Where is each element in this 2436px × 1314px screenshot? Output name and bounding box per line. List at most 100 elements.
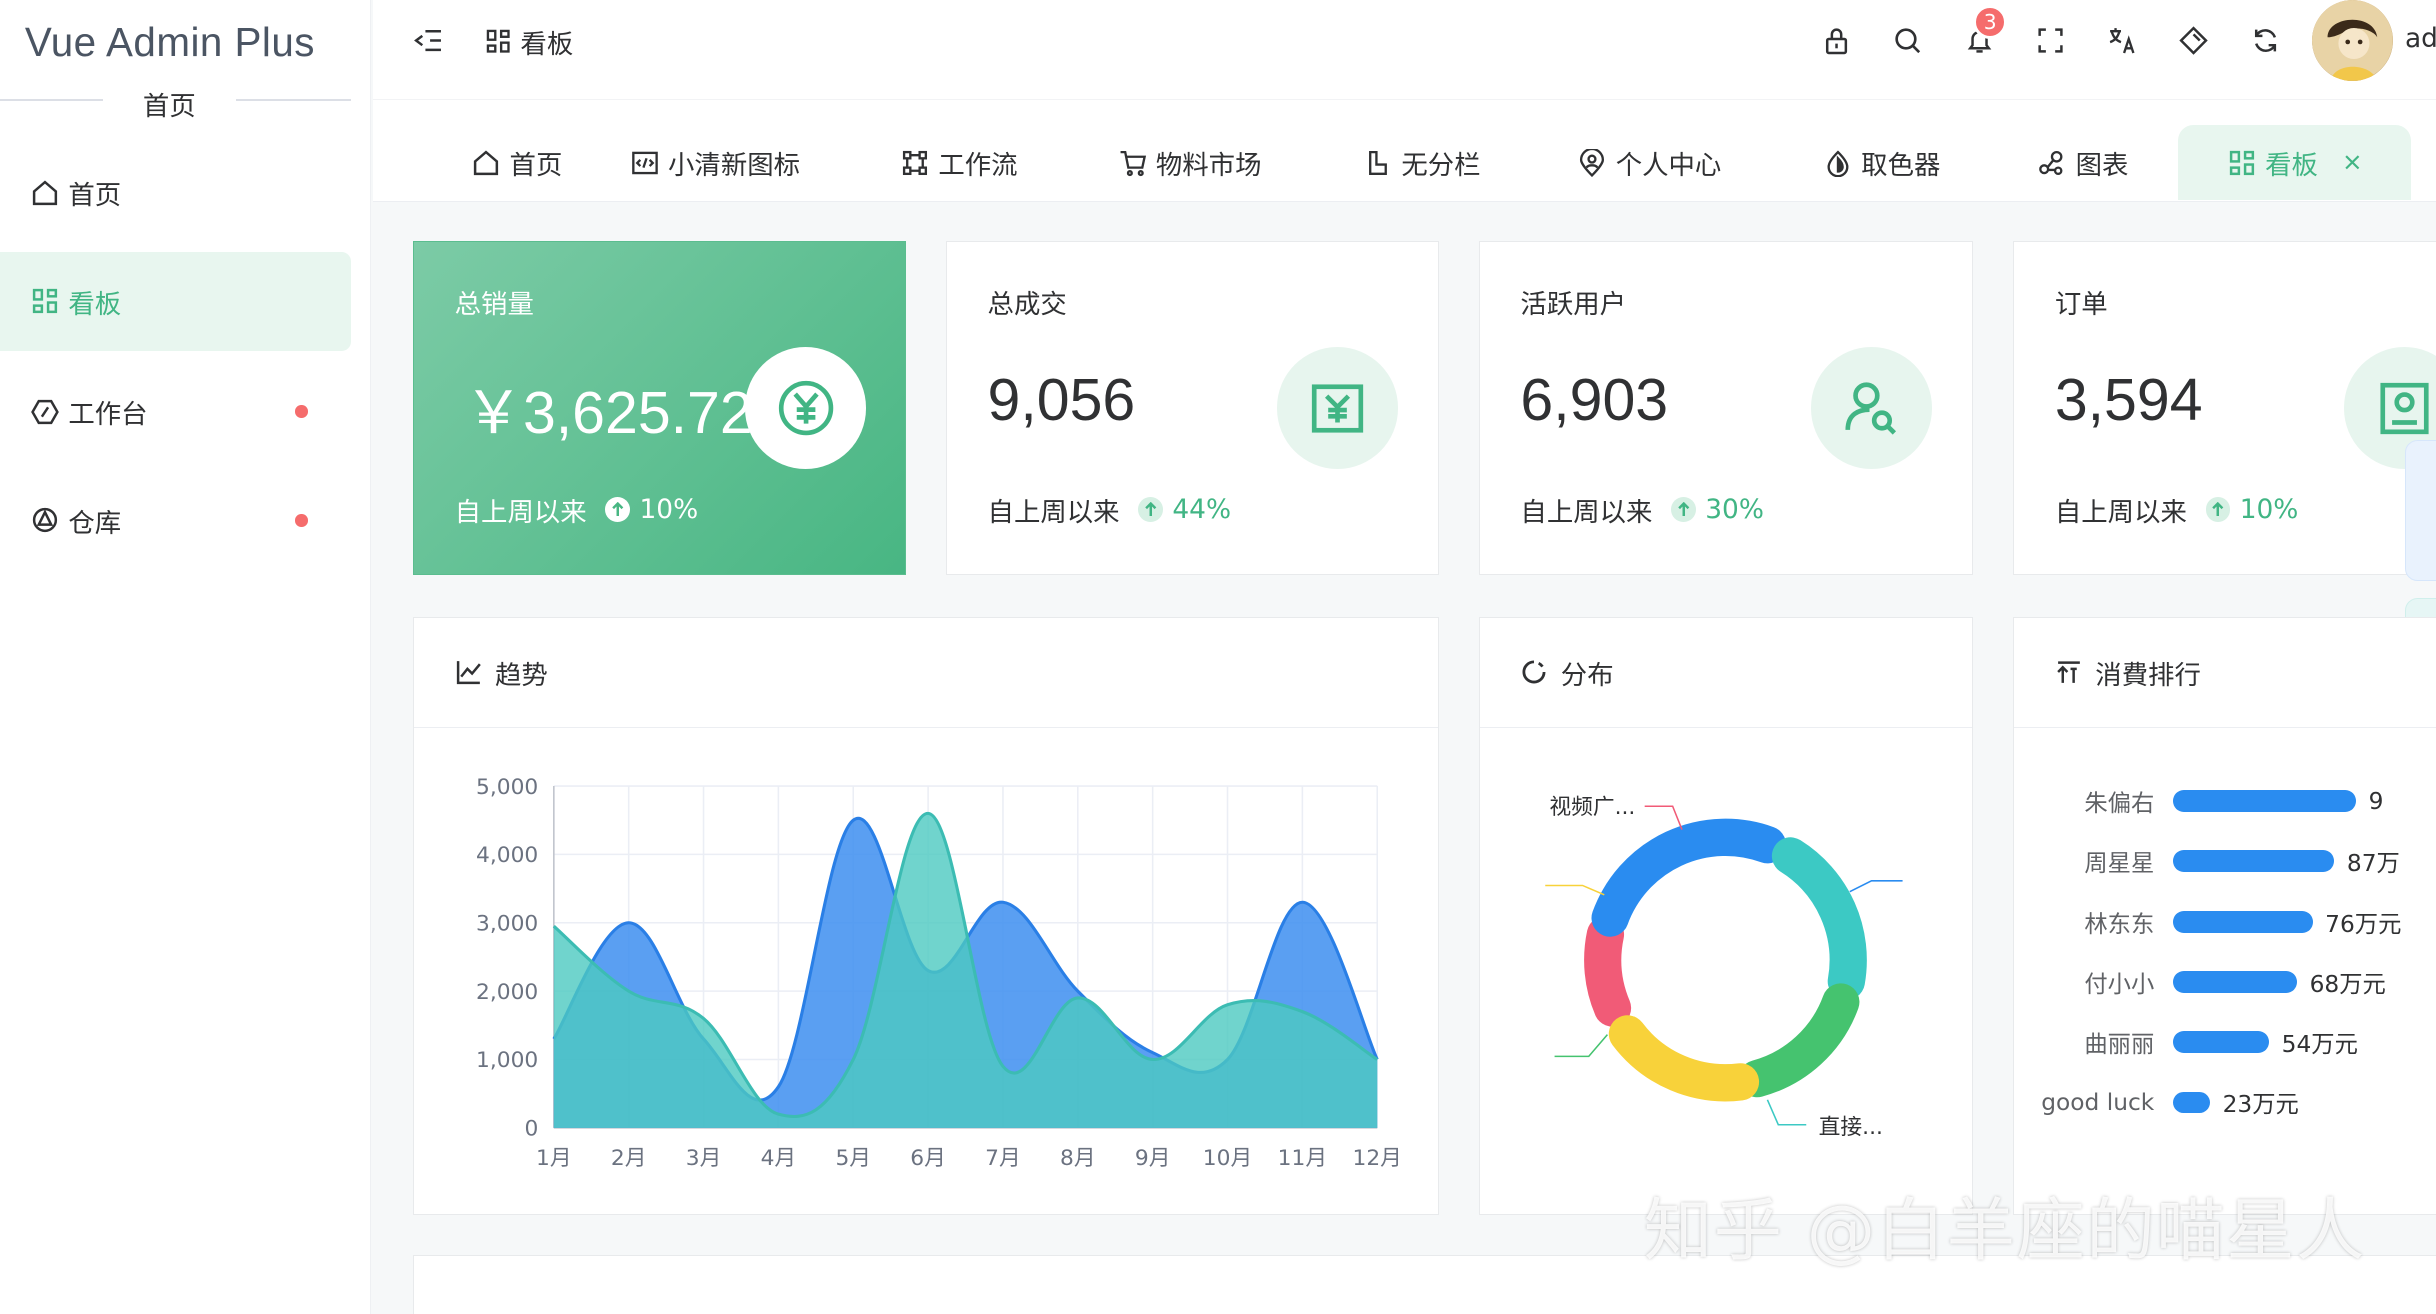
- ranking-row[interactable]: 朱偏右 9: [2014, 786, 2383, 818]
- tab-no-column[interactable]: 无分栏: [1364, 125, 1481, 200]
- card-header: 消費排行: [2014, 618, 2436, 728]
- arrow-up-icon: [2205, 497, 2231, 523]
- tab-home[interactable]: 首页: [472, 125, 562, 200]
- pie-slice: [1738, 982, 1860, 1097]
- stat-card-active-users: 活跃用户 6,903 自上周以来 30%: [1479, 240, 1974, 575]
- stat-footer: 自上周以来 30%: [1520, 490, 1764, 529]
- stat-change: 10%: [2205, 494, 2298, 525]
- tab-workflow[interactable]: 工作流: [901, 125, 1018, 200]
- tab-fresh-icons[interactable]: 小清新图标: [631, 125, 800, 200]
- ranking-name: 林东东: [2084, 910, 2155, 938]
- sidebar-item-dashboard[interactable]: 看板: [0, 251, 352, 352]
- x-tick-label: 10月: [1203, 1146, 1252, 1171]
- fullscreen-icon[interactable]: [2032, 22, 2069, 59]
- collapse-sidebar-icon[interactable]: [410, 22, 447, 59]
- user-location-icon: [1578, 148, 1606, 177]
- workbench-icon: [31, 398, 59, 426]
- ranking-row[interactable]: 周星星 87万: [2014, 846, 2399, 877]
- code-icon: [631, 149, 659, 177]
- sidebar-item-label: 工作台: [68, 399, 148, 431]
- watermark: 知乎 @白羊座的喵星人: [1643, 1191, 2366, 1271]
- stat-value: 3,594: [2054, 367, 2203, 434]
- y-tick-label: 5,000: [476, 774, 538, 799]
- stat-card-total-deals: 总成交 9,056 自上周以来 44%: [946, 240, 1439, 575]
- stat-value: 9,056: [987, 367, 1136, 434]
- tab-color-picker[interactable]: 取色器: [1824, 125, 1940, 200]
- side-panel-tab[interactable]: [2404, 439, 2436, 582]
- sort-top-icon: [2055, 658, 2083, 686]
- x-tick-label: 7月: [985, 1146, 1021, 1171]
- line-chart-icon: [455, 658, 483, 686]
- breadcrumb[interactable]: 看板: [485, 22, 574, 61]
- stat-change: 30%: [1671, 494, 1764, 525]
- pie-label: 视频广...: [1549, 795, 1635, 820]
- x-tick-label: 3月: [686, 1146, 722, 1171]
- tab-label: 首页: [509, 150, 563, 182]
- sidebar-item-label: 看板: [68, 288, 122, 320]
- sidebar-item-label: 仓库: [68, 507, 122, 539]
- pie-slice: [1771, 836, 1867, 1000]
- loading-ring-icon: [1520, 658, 1548, 686]
- ranking-name: 付小小: [2084, 970, 2155, 998]
- ranking-bar: [2172, 1031, 2270, 1054]
- stat-foot-label: 自上周以来: [2054, 497, 2187, 529]
- yen-circle-icon: [745, 347, 867, 469]
- avatar[interactable]: [2311, 0, 2393, 81]
- tab-material-market[interactable]: 物料市场: [1119, 125, 1261, 200]
- y-tick-label: 2,000: [476, 979, 538, 1004]
- refresh-icon[interactable]: [2247, 22, 2284, 59]
- y-tick-label: 4,000: [476, 843, 538, 868]
- label-leader: [1766, 1099, 1807, 1126]
- stat-title: 总销量: [454, 289, 534, 321]
- user-search-icon: [1810, 347, 1933, 469]
- sidebar-item-workbench[interactable]: 工作台: [0, 362, 351, 461]
- theme-icon[interactable]: [2175, 22, 2212, 59]
- tab-charts[interactable]: 图表: [2038, 125, 2128, 200]
- pie-label: 直接...: [1819, 1115, 1883, 1140]
- close-icon[interactable]: [2343, 153, 2362, 172]
- stat-foot-label: 自上周以来: [1520, 497, 1653, 529]
- stat-change: 44%: [1138, 494, 1231, 525]
- ranking-row[interactable]: 曲丽丽 54万元: [2014, 1027, 2358, 1059]
- sidebar: Vue Admin Plus 首页 首页 看板 工作台 仓库: [0, 0, 371, 1314]
- sidebar-item-warehouse[interactable]: 仓库: [0, 471, 351, 570]
- ranking-value: 68万元: [2309, 970, 2386, 998]
- tab-profile[interactable]: 个人中心: [1578, 125, 1721, 200]
- ranking-row[interactable]: 付小小 68万元: [2014, 966, 2386, 998]
- x-tick-label: 5月: [836, 1146, 872, 1171]
- ranking-value: 54万元: [2281, 1031, 2358, 1059]
- search-icon[interactable]: [1889, 22, 1926, 59]
- card-title: 消費排行: [2095, 659, 2201, 691]
- tab-label: 看板: [2265, 150, 2318, 182]
- ranking-row[interactable]: 林东东 76万元: [2014, 906, 2401, 938]
- distribution-chart[interactable]: 视频广... 直接...: [1480, 727, 1971, 1213]
- sidebar-item-home[interactable]: 首页: [0, 143, 351, 242]
- notification-badge: 3: [1973, 4, 2008, 39]
- dashboard-icon: [31, 287, 59, 315]
- tab-dashboard[interactable]: 看板: [2178, 125, 2412, 200]
- translate-icon[interactable]: [2104, 22, 2141, 59]
- stat-value: 6,903: [1520, 367, 1669, 434]
- arrow-up-icon: [1138, 497, 1164, 523]
- label-leader: [1545, 884, 1605, 896]
- trend-chart[interactable]: 0 1,000 2,000 3,000 4,000 5,000 1月 2月 3月 4月 5月 6月 7月…: [414, 727, 1436, 1213]
- username[interactable]: ad: [2405, 23, 2436, 54]
- stat-change-value: 44%: [1172, 494, 1232, 526]
- card-title: 趋势: [495, 659, 548, 691]
- home-icon: [472, 149, 500, 177]
- x-tick-label: 8月: [1060, 1146, 1096, 1171]
- app-title[interactable]: Vue Admin Plus: [25, 19, 315, 66]
- top-header: 看板 3 ad: [372, 0, 2436, 100]
- yen-box-icon: [1276, 347, 1398, 469]
- stat-title: 订单: [2054, 289, 2108, 321]
- ranking-row[interactable]: good luck 23万元: [2014, 1087, 2299, 1119]
- label-leader: [1849, 879, 1903, 892]
- lock-icon[interactable]: [1818, 22, 1855, 59]
- tab-label: 无分栏: [1401, 150, 1481, 182]
- breadcrumb-current: 看板: [520, 28, 574, 60]
- tab-label: 小清新图标: [668, 150, 801, 182]
- color-drop-icon: [1824, 149, 1852, 177]
- y-tick-label: 0: [525, 1116, 539, 1141]
- x-tick-label: 6月: [911, 1146, 947, 1171]
- tab-label: 个人中心: [1615, 150, 1722, 182]
